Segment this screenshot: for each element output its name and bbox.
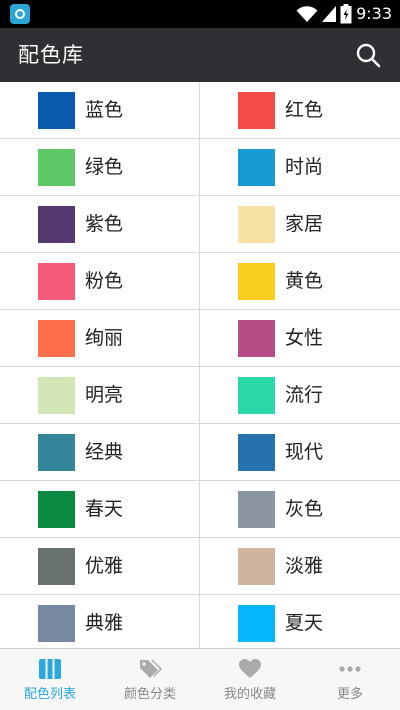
color-category-item[interactable]: 优雅 bbox=[0, 538, 200, 595]
color-swatch bbox=[238, 92, 275, 129]
color-swatch bbox=[238, 149, 275, 186]
bottom-nav: 配色列表 颜色分类 我的收藏 更多 bbox=[0, 648, 400, 710]
color-category-label: 时尚 bbox=[285, 156, 324, 178]
color-swatch bbox=[38, 377, 75, 414]
color-category-item[interactable]: 时尚 bbox=[200, 139, 400, 196]
status-bar: 9:33 bbox=[0, 0, 400, 28]
color-category-item[interactable]: 绿色 bbox=[0, 139, 200, 196]
nav-tab-color-category[interactable]: 颜色分类 bbox=[100, 649, 200, 710]
color-swatch bbox=[238, 206, 275, 243]
color-category-item[interactable]: 蓝色 bbox=[0, 82, 200, 139]
color-swatch bbox=[238, 263, 275, 300]
color-category-label: 红色 bbox=[285, 99, 324, 121]
nav-tab-more[interactable]: 更多 bbox=[300, 649, 400, 710]
color-swatch bbox=[238, 320, 275, 357]
page-title: 配色库 bbox=[18, 43, 84, 67]
color-category-label: 春天 bbox=[85, 498, 124, 520]
more-dots-icon bbox=[339, 666, 361, 672]
color-category-item[interactable]: 春天 bbox=[0, 481, 200, 538]
color-category-label: 明亮 bbox=[85, 384, 124, 406]
color-category-label: 经典 bbox=[85, 441, 124, 463]
color-category-item[interactable]: 流行 bbox=[200, 367, 400, 424]
color-swatch bbox=[38, 548, 75, 585]
color-swatch bbox=[238, 548, 275, 585]
color-swatch bbox=[38, 263, 75, 300]
color-swatch bbox=[38, 605, 75, 642]
color-category-item[interactable]: 典雅 bbox=[0, 595, 200, 652]
app-notification-icon bbox=[10, 4, 30, 24]
tags-icon bbox=[140, 660, 162, 678]
nav-tab-favorites[interactable]: 我的收藏 bbox=[200, 649, 300, 710]
nav-label: 我的收藏 bbox=[223, 687, 276, 702]
color-category-grid: 蓝色 红色绿色 时尚紫色 家居粉色 黄色绚丽 女性明亮 流行经典 现代春天 灰色优雅 淡雅典雅 夏天 bbox=[0, 82, 400, 652]
color-category-item[interactable]: 夏天 bbox=[200, 595, 400, 652]
color-category-label: 绿色 bbox=[85, 156, 124, 178]
color-category-label: 现代 bbox=[285, 441, 324, 463]
nav-tab-color-list[interactable]: 配色列表 bbox=[0, 649, 100, 710]
color-category-label: 家居 bbox=[285, 213, 324, 235]
app-bar: 配色库 bbox=[0, 28, 400, 82]
color-category-label: 蓝色 bbox=[85, 99, 124, 121]
color-category-item[interactable]: 紫色 bbox=[0, 196, 200, 253]
color-swatch bbox=[38, 149, 75, 186]
wifi-icon bbox=[296, 6, 318, 22]
color-category-label: 典雅 bbox=[85, 612, 124, 634]
color-swatch bbox=[38, 491, 75, 528]
nav-label: 配色列表 bbox=[23, 687, 76, 702]
color-category-label: 夏天 bbox=[285, 612, 324, 634]
color-category-label: 淡雅 bbox=[285, 555, 324, 577]
color-swatch bbox=[38, 320, 75, 357]
color-category-item[interactable]: 粉色 bbox=[0, 253, 200, 310]
color-category-item[interactable]: 绚丽 bbox=[0, 310, 200, 367]
nav-label: 颜色分类 bbox=[123, 687, 176, 702]
signal-icon bbox=[322, 6, 336, 22]
color-category-label: 紫色 bbox=[85, 213, 124, 235]
heart-icon bbox=[239, 659, 261, 678]
color-category-label: 优雅 bbox=[85, 555, 124, 577]
color-swatch bbox=[238, 491, 275, 528]
status-time: 9:33 bbox=[356, 4, 392, 23]
search-icon[interactable] bbox=[352, 39, 384, 71]
color-category-item[interactable]: 明亮 bbox=[0, 367, 200, 424]
color-category-item[interactable]: 红色 bbox=[200, 82, 400, 139]
nav-label: 更多 bbox=[336, 687, 363, 702]
color-category-item[interactable]: 家居 bbox=[200, 196, 400, 253]
color-category-item[interactable]: 经典 bbox=[0, 424, 200, 481]
color-category-item[interactable]: 灰色 bbox=[200, 481, 400, 538]
color-category-item[interactable]: 淡雅 bbox=[200, 538, 400, 595]
color-category-label: 女性 bbox=[285, 327, 324, 349]
color-category-label: 绚丽 bbox=[85, 327, 124, 349]
color-swatch bbox=[238, 605, 275, 642]
color-swatch bbox=[38, 206, 75, 243]
color-swatch bbox=[38, 92, 75, 129]
color-category-label: 灰色 bbox=[285, 498, 324, 520]
list-columns-icon bbox=[39, 659, 61, 679]
color-category-label: 黄色 bbox=[285, 270, 324, 292]
color-category-item[interactable]: 女性 bbox=[200, 310, 400, 367]
color-category-label: 流行 bbox=[285, 384, 324, 406]
color-swatch bbox=[238, 434, 275, 471]
color-swatch bbox=[38, 434, 75, 471]
color-swatch bbox=[238, 377, 275, 414]
color-category-item[interactable]: 现代 bbox=[200, 424, 400, 481]
color-category-item[interactable]: 黄色 bbox=[200, 253, 400, 310]
battery-icon bbox=[340, 4, 352, 24]
color-category-label: 粉色 bbox=[85, 270, 124, 292]
